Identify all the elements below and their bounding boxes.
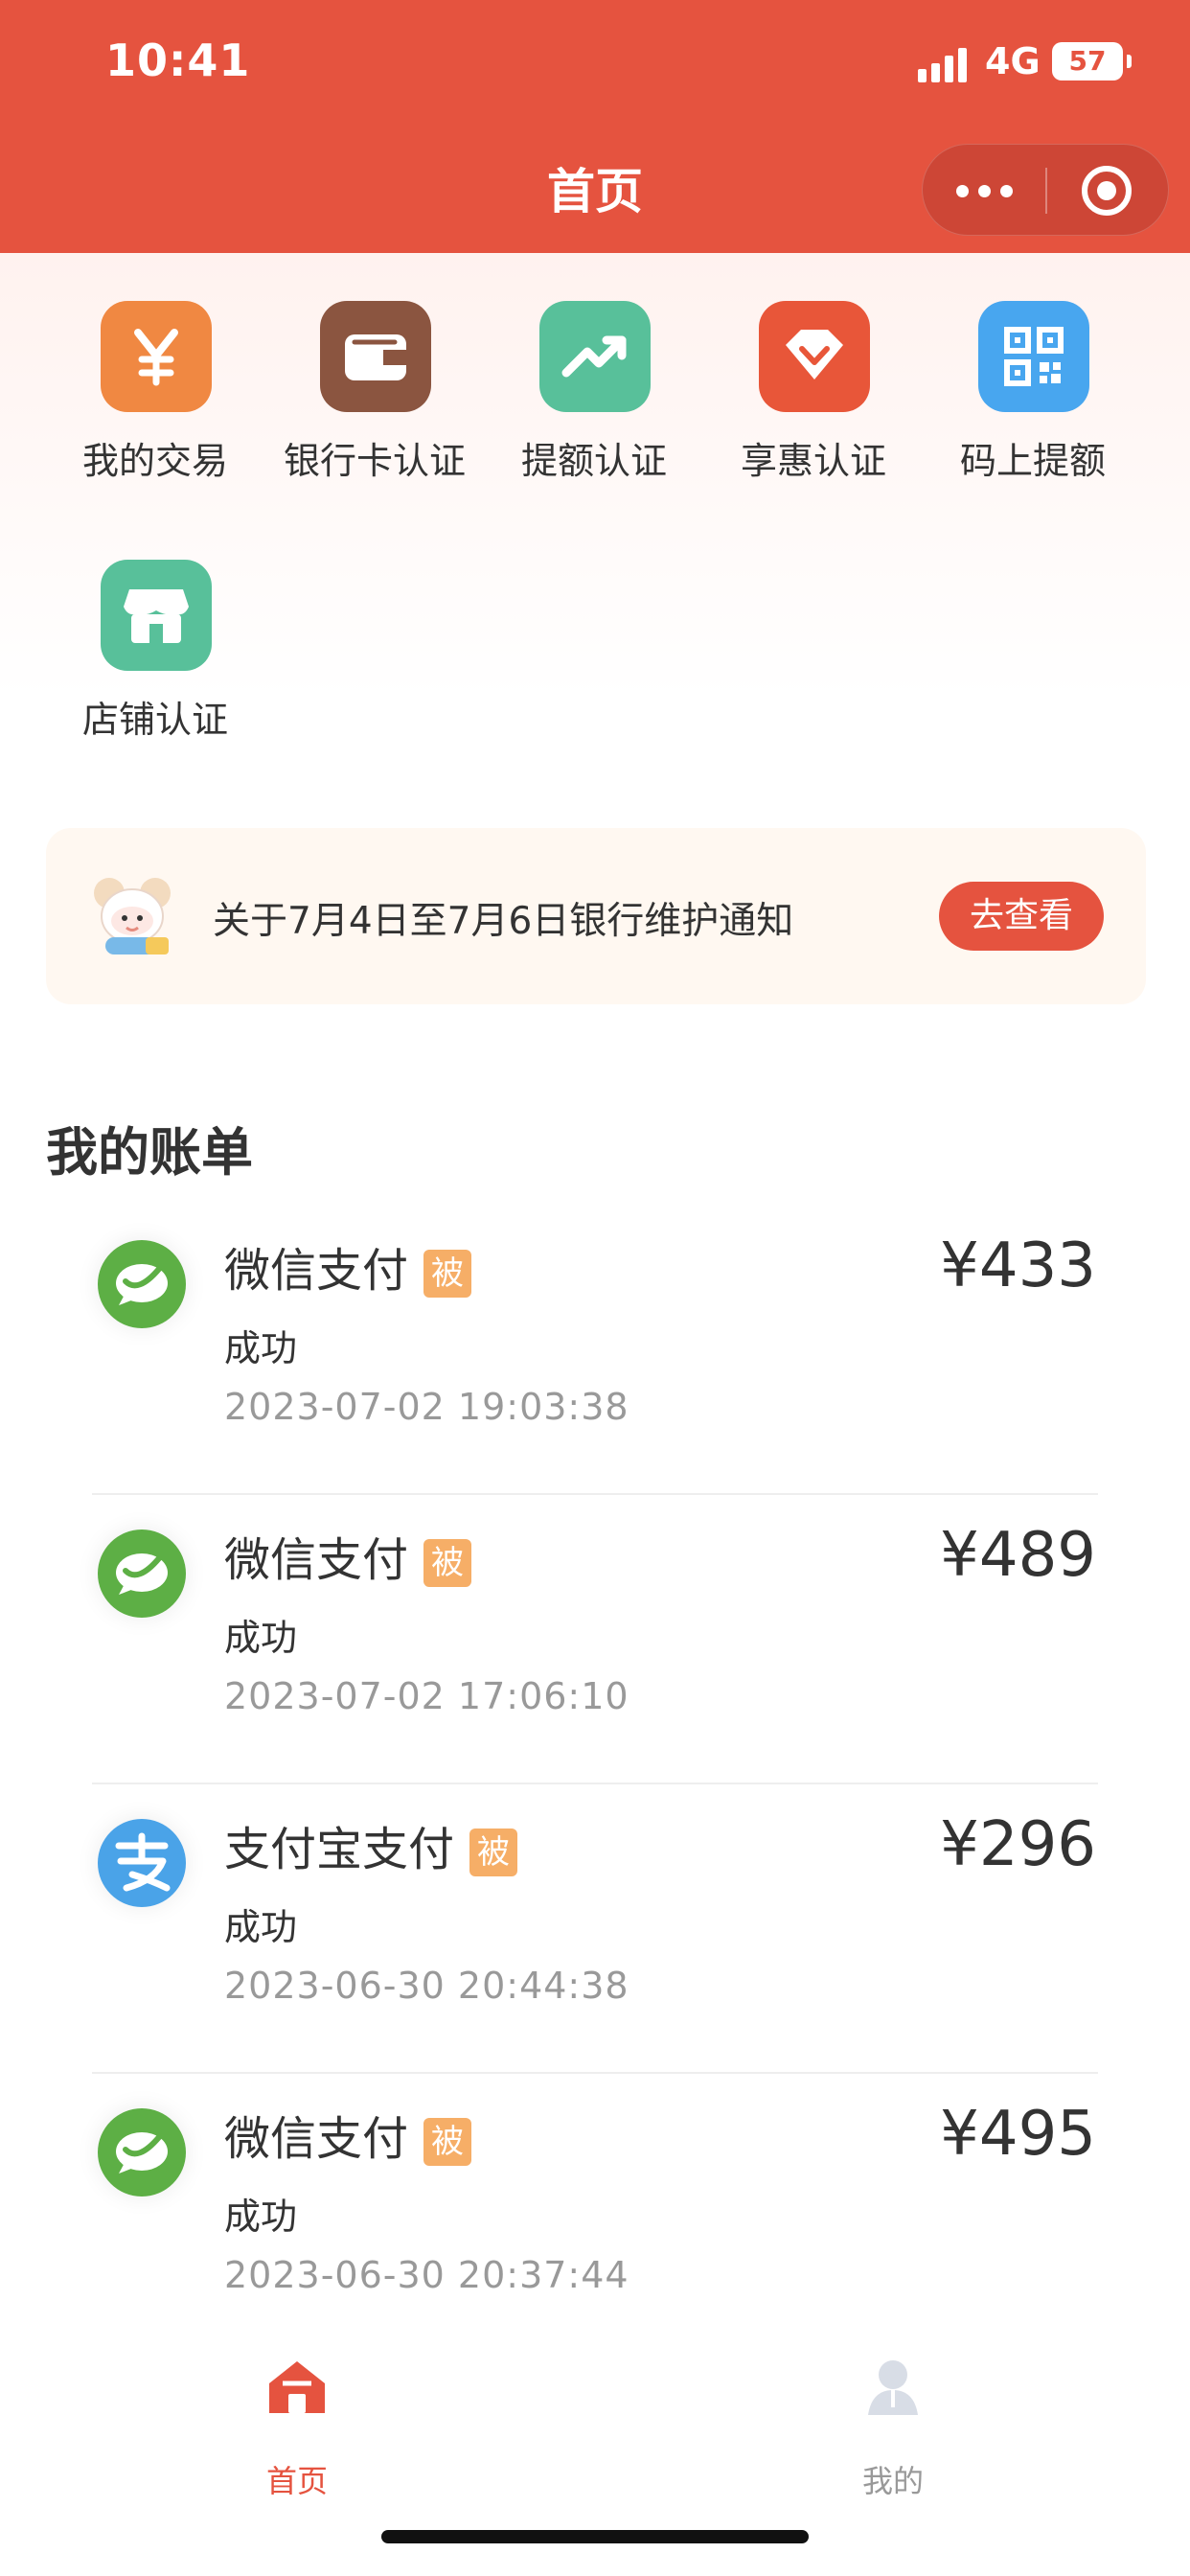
bill-name-text: 微信支付 <box>224 1533 409 1587</box>
bill-payment-method: 微信支付被 <box>224 1232 472 1300</box>
bill-name-text: 微信支付 <box>224 1244 409 1298</box>
bill-tag: 被 <box>423 1250 472 1298</box>
menu-bank-card-auth[interactable]: 银行卡认证 <box>264 301 485 512</box>
notice-text: 关于7月4日至7月6日银行维护通知 <box>213 900 794 943</box>
alipay-icon <box>98 1819 186 1907</box>
bill-amount: ¥495 <box>940 2099 1096 2170</box>
bill-payment-method: 微信支付被 <box>224 1522 472 1589</box>
bills-title: 我的账单 <box>46 1122 253 1183</box>
view-notice-button[interactable]: 去查看 <box>939 882 1104 951</box>
menu-label: 码上提额 <box>959 440 1106 482</box>
menu-qr-limit[interactable]: 码上提额 <box>923 301 1143 512</box>
tab-label: 首页 <box>265 2463 328 2499</box>
menu-shop-auth[interactable]: 店铺认证 <box>45 560 265 770</box>
bill-payment-method: 微信支付被 <box>224 2101 472 2168</box>
tab-home[interactable]: 首页 <box>211 2358 383 2501</box>
bill-row[interactable]: 微信支付被 成功 2023-07-02 17:06:10 ¥489 <box>0 1495 1190 1784</box>
bill-amount: ¥296 <box>940 1809 1096 1880</box>
wechat-pay-icon <box>98 2108 186 2196</box>
home-icon <box>265 2358 329 2417</box>
status-time: 10:41 <box>105 34 251 86</box>
wallet-icon <box>320 301 431 412</box>
mini-program-capsule[interactable] <box>922 144 1169 236</box>
bill-name-text: 微信支付 <box>224 2112 409 2166</box>
bill-status: 成功 <box>224 1617 298 1659</box>
capsule-divider <box>1045 168 1047 214</box>
menu-label: 店铺认证 <box>81 699 228 741</box>
menu-my-transactions[interactable]: 我的交易 <box>45 301 265 512</box>
yen-icon <box>101 301 212 412</box>
home-page: 10:41 4G 57 首页 我的交易 银行卡认证 提额认证 享惠认证 码上提额… <box>0 0 1190 2576</box>
menu-limit-auth[interactable]: 提额认证 <box>484 301 704 512</box>
bill-date: 2023-06-30 20:44:38 <box>224 1965 629 2007</box>
sheep-mascot-icon <box>84 870 180 962</box>
close-mini-program-icon[interactable] <box>1082 166 1132 216</box>
bill-name-text: 支付宝支付 <box>224 1823 455 1876</box>
menu-benefit-auth[interactable]: 享惠认证 <box>703 301 924 512</box>
home-indicator[interactable] <box>381 2530 809 2543</box>
bill-row[interactable]: 微信支付被 成功 2023-07-02 19:03:38 ¥433 <box>0 1206 1190 1495</box>
bill-payment-method: 支付宝支付被 <box>224 1811 518 1878</box>
wechat-pay-icon <box>98 1240 186 1328</box>
qr-code-icon <box>978 301 1089 412</box>
menu-label: 我的交易 <box>81 440 228 482</box>
tab-label: 我的 <box>861 2463 924 2499</box>
bill-status: 成功 <box>224 1327 298 1369</box>
bill-date: 2023-07-02 17:06:10 <box>224 1675 629 1717</box>
menu-label: 享惠认证 <box>740 440 886 482</box>
bill-row[interactable]: 支付宝支付被 成功 2023-06-30 20:44:38 ¥296 <box>0 1784 1190 2074</box>
menu-label: 提额认证 <box>520 440 667 482</box>
battery-icon: 57 <box>1052 42 1132 80</box>
bill-amount: ¥489 <box>940 1520 1096 1591</box>
diamond-tag-icon <box>759 301 870 412</box>
status-bar: 10:41 4G 57 <box>0 0 1190 134</box>
trend-up-icon <box>539 301 651 412</box>
bill-date: 2023-07-02 19:03:38 <box>224 1386 629 1428</box>
wechat-pay-icon <box>98 1530 186 1618</box>
tab-profile[interactable]: 我的 <box>807 2358 979 2501</box>
bill-tag: 被 <box>423 1539 472 1587</box>
bill-amount: ¥433 <box>940 1230 1096 1301</box>
menu-label: 银行卡认证 <box>283 440 466 482</box>
user-icon <box>860 2358 926 2417</box>
maintenance-notice[interactable]: 关于7月4日至7月6日银行维护通知 去查看 <box>46 828 1146 1004</box>
bill-date: 2023-06-30 20:37:44 <box>224 2254 629 2296</box>
network-type: 4G <box>985 40 1041 82</box>
more-icon[interactable] <box>956 185 1014 198</box>
bill-tag: 被 <box>423 2118 472 2166</box>
bill-tag: 被 <box>469 1828 518 1876</box>
shop-icon <box>101 560 212 671</box>
signal-icon <box>918 46 968 82</box>
bill-status: 成功 <box>224 1906 298 1948</box>
function-grid: 我的交易 银行卡认证 提额认证 享惠认证 码上提额 店铺认证 <box>0 253 1190 809</box>
top-header: 10:41 4G 57 首页 <box>0 0 1190 253</box>
bill-status: 成功 <box>224 2196 298 2238</box>
